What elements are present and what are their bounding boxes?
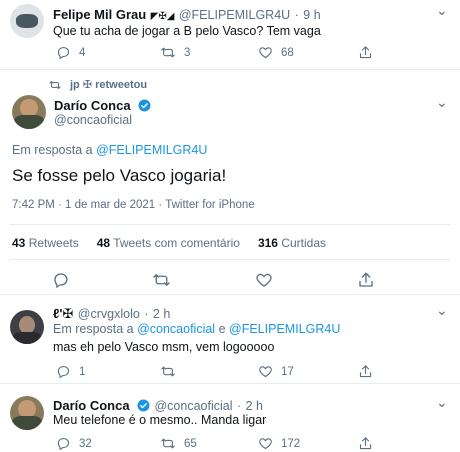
- retweet-button[interactable]: [152, 271, 171, 289]
- share-button[interactable]: [358, 45, 373, 60]
- reply-button[interactable]: [52, 271, 70, 289]
- share-icon: [359, 437, 372, 450]
- avatar[interactable]: [10, 396, 44, 430]
- retweet-count: 3: [184, 46, 191, 59]
- more-options-icon[interactable]: ⌄: [436, 302, 449, 319]
- tweet-time[interactable]: 9 h: [303, 8, 320, 22]
- replying-to-link[interactable]: @FELIPEMILGR4U: [229, 322, 340, 336]
- author-handle[interactable]: @FELIPEMILGR4U: [179, 8, 290, 22]
- heart-icon: [259, 47, 272, 59]
- avatar[interactable]: [10, 4, 44, 38]
- like-button[interactable]: 17: [258, 364, 294, 379]
- share-button[interactable]: [357, 271, 375, 289]
- likes-stat[interactable]: 316 Curtidas: [258, 236, 326, 250]
- avatar[interactable]: [12, 95, 46, 129]
- reply-count: 1: [79, 365, 86, 378]
- share-icon: [359, 46, 372, 59]
- more-options-icon[interactable]: ⌄: [436, 394, 449, 411]
- retweet-icon: [49, 80, 61, 89]
- author-handle[interactable]: @concaoficial: [54, 113, 132, 127]
- retweeted-by-label: jp ✠ retweetou: [70, 79, 148, 91]
- share-icon: [359, 272, 373, 287]
- reply-count: 32: [79, 437, 92, 450]
- quotes-stat[interactable]: 48 Tweets com comentário: [97, 236, 240, 250]
- heart-icon: [259, 438, 272, 450]
- verified-badge-icon: [137, 399, 150, 412]
- author-name[interactable]: Darío Conca: [53, 398, 130, 413]
- tweet-text: Se fosse pelo Vasco jogaria!: [12, 166, 227, 185]
- reply-button[interactable]: 4: [56, 45, 85, 60]
- tweet-time[interactable]: 2 h: [246, 399, 263, 413]
- retweet-count: 65: [184, 437, 197, 450]
- retweets-stat[interactable]: 43 Retweets: [12, 236, 79, 250]
- share-icon: [359, 365, 372, 378]
- heart-icon: [256, 273, 272, 287]
- tweet-text: mas eh pelo Vasco msm, vem logooooo: [53, 340, 275, 354]
- like-count: 68: [281, 46, 294, 59]
- author-name-suffix: ◤✠◢: [150, 11, 175, 22]
- retweet-icon: [153, 274, 170, 286]
- retweeted-by-line[interactable]: jp ✠ retweetou: [48, 78, 147, 91]
- reply-count: 4: [79, 46, 86, 59]
- like-count: 172: [281, 437, 301, 450]
- replying-to-line: Em resposta a @FELIPEMILGR4U: [12, 143, 207, 157]
- reply-button[interactable]: 1: [56, 364, 85, 379]
- replying-to-and: e: [218, 322, 226, 336]
- share-button[interactable]: [358, 364, 373, 379]
- retweet-icon: [161, 47, 175, 58]
- like-button[interactable]: 68: [258, 45, 294, 60]
- replying-to-link[interactable]: @concaoficial: [137, 322, 215, 336]
- like-button[interactable]: 172: [258, 436, 300, 451]
- reply-button[interactable]: 32: [56, 436, 92, 451]
- retweet-button[interactable]: 65: [160, 436, 197, 451]
- like-count: 17: [281, 365, 294, 378]
- tweet-text: Que tu acha de jogar a B pelo Vasco? Tem…: [53, 24, 321, 38]
- retweet-button[interactable]: 3: [160, 45, 190, 60]
- reply-icon: [54, 273, 68, 288]
- retweet-icon: [161, 366, 175, 377]
- retweet-icon: [161, 438, 175, 449]
- reply-icon: [57, 437, 70, 450]
- replying-to-line: Em resposta a @concaoficial e @FELIPEMIL…: [53, 322, 340, 336]
- replying-to-prefix: Em resposta a: [12, 143, 93, 157]
- author-handle[interactable]: @concaoficial: [154, 399, 232, 413]
- replying-to-link[interactable]: @FELIPEMILGR4U: [96, 143, 207, 157]
- like-button[interactable]: [255, 271, 273, 289]
- tweet-stats: 43 Retweets 48 Tweets com comentário 316…: [12, 236, 326, 250]
- author-handle[interactable]: @crvgxlolo: [78, 307, 140, 321]
- retweet-button[interactable]: [160, 364, 184, 379]
- tweet-text: Meu telefone é o mesmo.. Manda ligar: [53, 413, 267, 427]
- tweet-time[interactable]: 2 h: [153, 307, 170, 321]
- reply-icon: [57, 46, 70, 59]
- divider: [10, 259, 450, 260]
- more-options-icon[interactable]: ⌄: [436, 94, 449, 111]
- replying-to-prefix: Em resposta a: [53, 322, 134, 336]
- parent-tweet[interactable]: Felipe Mil Grau ◤✠◢ @FELIPEMILGR4U · 9 h…: [0, 0, 460, 70]
- divider: [10, 224, 450, 225]
- author-name[interactable]: Darío Conca: [54, 98, 131, 113]
- avatar[interactable]: [10, 310, 44, 344]
- author-name[interactable]: Felipe Mil Grau: [53, 7, 146, 22]
- heart-icon: [259, 366, 272, 378]
- tweet-timestamp[interactable]: 7:42 PM · 1 de mar de 2021 · Twitter for…: [12, 199, 255, 211]
- share-button[interactable]: [358, 436, 373, 451]
- reply-icon: [57, 365, 70, 378]
- verified-badge-icon: [138, 99, 151, 112]
- more-options-icon[interactable]: ⌄: [436, 2, 449, 19]
- author-name[interactable]: ℓ'✠: [53, 306, 73, 321]
